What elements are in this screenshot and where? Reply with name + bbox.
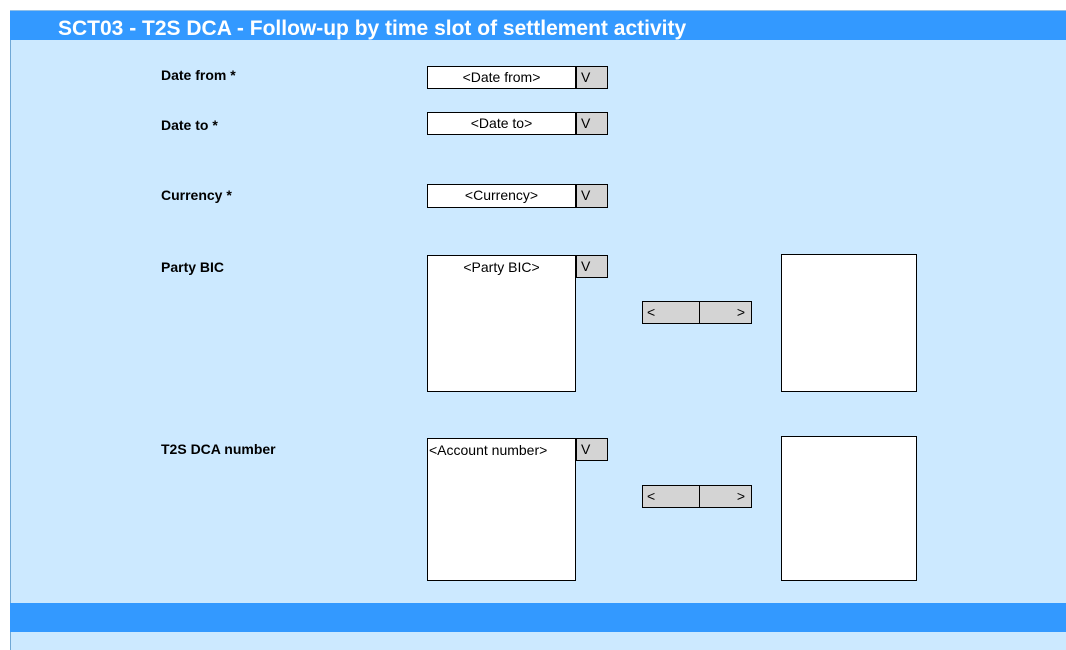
- dca-number-label: T2S DCA number: [161, 441, 276, 457]
- footer-bar: [10, 603, 1066, 632]
- date-to-dropdown-button[interactable]: V: [576, 112, 608, 135]
- party-bic-list[interactable]: <Party BIC>: [427, 255, 576, 392]
- party-bic-move-right-button[interactable]: >: [701, 302, 751, 323]
- date-from-label: Date from *: [161, 67, 236, 83]
- party-bic-move-left-button[interactable]: <: [643, 302, 700, 323]
- party-bic-move-buttons: < >: [642, 301, 752, 324]
- dca-number-move-right-button[interactable]: >: [701, 486, 751, 507]
- panel-border: [10, 10, 11, 650]
- currency-field[interactable]: <Currency>: [427, 184, 576, 208]
- currency-dropdown-button[interactable]: V: [576, 184, 608, 208]
- dca-number-move-left-button[interactable]: <: [643, 486, 700, 507]
- dca-number-dropdown-button[interactable]: V: [576, 438, 608, 461]
- dca-number-move-buttons: < >: [642, 485, 752, 508]
- page-title: SCT03 - T2S DCA - Follow-up by time slot…: [58, 17, 687, 40]
- dca-number-selected-list[interactable]: [781, 436, 917, 581]
- date-to-field[interactable]: <Date to>: [427, 112, 576, 135]
- party-bic-label: Party BIC: [161, 259, 225, 275]
- date-to-label: Date to *: [161, 117, 218, 133]
- date-from-dropdown-button[interactable]: V: [576, 66, 608, 89]
- currency-label: Currency *: [161, 187, 232, 203]
- date-from-field[interactable]: <Date from>: [427, 66, 576, 89]
- party-bic-selected-list[interactable]: [781, 254, 917, 392]
- party-bic-dropdown-button[interactable]: V: [576, 255, 608, 278]
- dca-number-list[interactable]: <Account number>: [427, 438, 576, 581]
